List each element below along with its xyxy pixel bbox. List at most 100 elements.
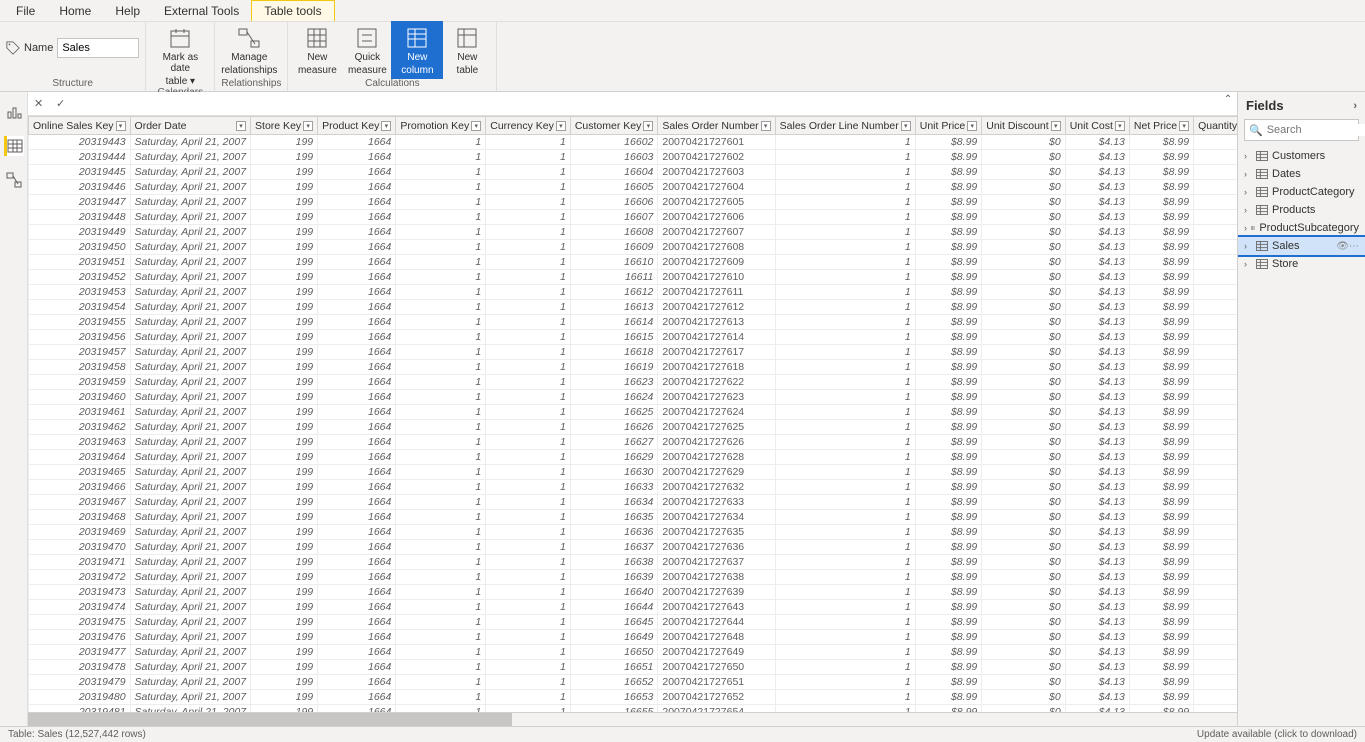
new-column-button[interactable]: Newcolumn — [394, 24, 440, 76]
column-header[interactable]: Product Key▾ — [318, 117, 396, 135]
new-measure-button[interactable]: Newmeasure — [294, 24, 340, 76]
fields-search[interactable]: 🔍 — [1244, 119, 1359, 141]
table-row[interactable]: 20319466Saturday, April 21, 200719916641… — [29, 480, 1238, 495]
table-row[interactable]: 20319471Saturday, April 21, 200719916641… — [29, 555, 1238, 570]
table-row[interactable]: 20319460Saturday, April 21, 200719916641… — [29, 390, 1238, 405]
table-row[interactable]: 20319444Saturday, April 21, 200719916641… — [29, 150, 1238, 165]
table-row[interactable]: 20319454Saturday, April 21, 200719916641… — [29, 300, 1238, 315]
column-header[interactable]: Unit Discount▾ — [982, 117, 1065, 135]
column-header[interactable]: Customer Key▾ — [570, 117, 658, 135]
column-header[interactable]: Store Key▾ — [251, 117, 318, 135]
filter-dropdown-icon[interactable]: ▾ — [303, 121, 313, 131]
filter-dropdown-icon[interactable]: ▾ — [556, 121, 566, 131]
filter-dropdown-icon[interactable]: ▾ — [1051, 121, 1061, 131]
table-row[interactable]: 20319463Saturday, April 21, 200719916641… — [29, 435, 1238, 450]
table-row[interactable]: 20319455Saturday, April 21, 200719916641… — [29, 315, 1238, 330]
field-table-sales[interactable]: ›Sales👁⋯ — [1238, 237, 1365, 255]
table-row[interactable]: 20319478Saturday, April 21, 200719916641… — [29, 660, 1238, 675]
table-name-input[interactable] — [57, 38, 139, 58]
horizontal-scrollbar[interactable] — [28, 712, 1237, 726]
table-row[interactable]: 20319477Saturday, April 21, 200719916641… — [29, 645, 1238, 660]
column-header[interactable]: Unit Price▾ — [915, 117, 982, 135]
fields-search-input[interactable] — [1267, 124, 1365, 136]
column-header[interactable]: Promotion Key▾ — [396, 117, 486, 135]
menu-external-tools[interactable]: External Tools — [152, 1, 251, 21]
field-table-dates[interactable]: ›Dates — [1238, 165, 1365, 183]
group-label-calculations: Calculations — [294, 78, 490, 91]
commit-formula-icon[interactable]: ✓ — [56, 97, 70, 111]
filter-dropdown-icon[interactable]: ▾ — [901, 121, 911, 131]
table-row[interactable]: 20319476Saturday, April 21, 200719916641… — [29, 630, 1238, 645]
table-row[interactable]: 20319481Saturday, April 21, 200719916641… — [29, 705, 1238, 713]
ribbon-collapse-icon[interactable]: ⌃ — [1221, 92, 1235, 106]
status-right[interactable]: Update available (click to download) — [1197, 729, 1357, 740]
filter-dropdown-icon[interactable]: ▾ — [381, 121, 391, 131]
table-row[interactable]: 20319446Saturday, April 21, 200719916641… — [29, 180, 1238, 195]
table-row[interactable]: 20319472Saturday, April 21, 200719916641… — [29, 570, 1238, 585]
table-icon — [1256, 205, 1268, 215]
table-row[interactable]: 20319469Saturday, April 21, 200719916641… — [29, 525, 1238, 540]
table-row[interactable]: 20319467Saturday, April 21, 200719916641… — [29, 495, 1238, 510]
new-table-button[interactable]: Newtable — [444, 24, 490, 76]
table-row[interactable]: 20319459Saturday, April 21, 200719916641… — [29, 375, 1238, 390]
table-row[interactable]: 20319461Saturday, April 21, 200719916641… — [29, 405, 1238, 420]
column-header[interactable]: Sales Order Line Number▾ — [775, 117, 915, 135]
field-table-customers[interactable]: ›Customers — [1238, 147, 1365, 165]
filter-dropdown-icon[interactable]: ▾ — [1179, 121, 1189, 131]
table-row[interactable]: 20319458Saturday, April 21, 200719916641… — [29, 360, 1238, 375]
mark-as-date-table-button[interactable]: Mark as date table ▾ — [152, 24, 208, 87]
table-row[interactable]: 20319480Saturday, April 21, 200719916641… — [29, 690, 1238, 705]
menu-help[interactable]: Help — [103, 1, 152, 21]
field-table-productcategory[interactable]: ›ProductCategory — [1238, 183, 1365, 201]
table-row[interactable]: 20319457Saturday, April 21, 200719916641… — [29, 345, 1238, 360]
filter-dropdown-icon[interactable]: ▾ — [471, 121, 481, 131]
filter-dropdown-icon[interactable]: ▾ — [116, 121, 126, 131]
menu-table-tools[interactable]: Table tools — [251, 0, 334, 21]
table-row[interactable]: 20319450Saturday, April 21, 200719916641… — [29, 240, 1238, 255]
table-row[interactable]: 20319451Saturday, April 21, 200719916641… — [29, 255, 1238, 270]
filter-dropdown-icon[interactable]: ▾ — [967, 121, 977, 131]
menu-home[interactable]: Home — [47, 1, 103, 21]
data-view-icon[interactable] — [4, 136, 24, 156]
manage-relationships-button[interactable]: Manage relationships — [221, 24, 277, 76]
table-row[interactable]: 20319453Saturday, April 21, 200719916641… — [29, 285, 1238, 300]
table-row[interactable]: 20319449Saturday, April 21, 200719916641… — [29, 225, 1238, 240]
table-row[interactable]: 20319479Saturday, April 21, 200719916641… — [29, 675, 1238, 690]
table-row[interactable]: 20319448Saturday, April 21, 200719916641… — [29, 210, 1238, 225]
filter-dropdown-icon[interactable]: ▾ — [236, 121, 246, 131]
field-table-products[interactable]: ›Products — [1238, 201, 1365, 219]
table-row[interactable]: 20319474Saturday, April 21, 200719916641… — [29, 600, 1238, 615]
table-row[interactable]: 20319465Saturday, April 21, 200719916641… — [29, 465, 1238, 480]
table-row[interactable]: 20319445Saturday, April 21, 200719916641… — [29, 165, 1238, 180]
table-row[interactable]: 20319468Saturday, April 21, 200719916641… — [29, 510, 1238, 525]
table-row[interactable]: 20319462Saturday, April 21, 200719916641… — [29, 420, 1238, 435]
filter-dropdown-icon[interactable]: ▾ — [761, 121, 771, 131]
table-row[interactable]: 20319464Saturday, April 21, 200719916641… — [29, 450, 1238, 465]
table-row[interactable]: 20319452Saturday, April 21, 200719916641… — [29, 270, 1238, 285]
filter-dropdown-icon[interactable]: ▾ — [1115, 121, 1125, 131]
column-header[interactable]: Online Sales Key▾ — [29, 117, 131, 135]
field-table-productsubcategory[interactable]: ›ProductSubcategory — [1238, 219, 1365, 237]
model-view-icon[interactable] — [4, 170, 24, 190]
filter-dropdown-icon[interactable]: ▾ — [643, 121, 653, 131]
table-row[interactable]: 20319443Saturday, April 21, 200719916641… — [29, 135, 1238, 150]
column-header[interactable]: Net Price▾ — [1129, 117, 1193, 135]
column-header[interactable]: Sales Order Number▾ — [658, 117, 775, 135]
quick-measure-button[interactable]: Quickmeasure — [344, 24, 390, 76]
table-row[interactable]: 20319470Saturday, April 21, 200719916641… — [29, 540, 1238, 555]
cancel-formula-icon[interactable]: ✕ — [34, 97, 48, 111]
column-header[interactable]: Currency Key▾ — [486, 117, 571, 135]
column-header[interactable]: Unit Cost▾ — [1065, 117, 1129, 135]
table-row[interactable]: 20319447Saturday, April 21, 200719916641… — [29, 195, 1238, 210]
data-grid-scroll[interactable]: Online Sales Key▾Order Date▾Store Key▾Pr… — [28, 116, 1237, 712]
field-table-store[interactable]: ›Store — [1238, 255, 1365, 273]
column-header[interactable]: Order Date▾ — [130, 117, 251, 135]
table-row[interactable]: 20319475Saturday, April 21, 200719916641… — [29, 615, 1238, 630]
chevron-right-icon[interactable]: › — [1353, 100, 1357, 112]
column-header[interactable]: Quantity▾ — [1194, 117, 1237, 135]
table-row[interactable]: 20319456Saturday, April 21, 200719916641… — [29, 330, 1238, 345]
report-view-icon[interactable] — [4, 102, 24, 122]
table-row[interactable]: 20319473Saturday, April 21, 200719916641… — [29, 585, 1238, 600]
menu-file[interactable]: File — [4, 1, 47, 21]
formula-bar[interactable]: ✕ ✓ — [28, 92, 1237, 116]
